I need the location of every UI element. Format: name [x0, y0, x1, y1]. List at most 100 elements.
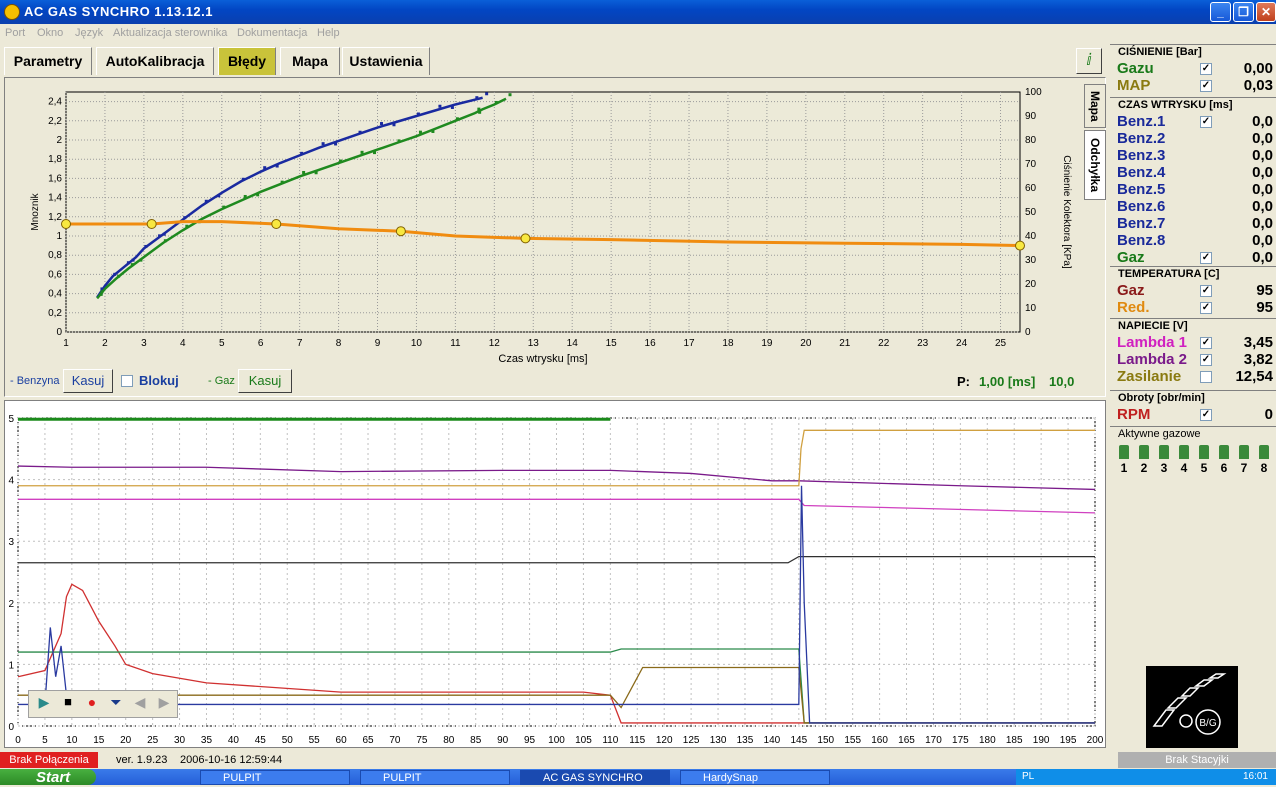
data-point-gaz [130, 263, 134, 267]
p-value-2: 10,0 [1049, 374, 1075, 389]
tab-parametry[interactable]: Parametry [4, 47, 92, 75]
injector-icon [1159, 445, 1169, 459]
reading-checkbox[interactable]: ✓ [1200, 354, 1212, 366]
reading-checkbox[interactable]: ✓ [1200, 116, 1212, 128]
record-icon[interactable]: ● [81, 694, 103, 714]
blokuj-checkbox[interactable] [121, 375, 133, 387]
play-icon[interactable]: ▶ [33, 694, 55, 714]
trace-y-tick-label: 4 [8, 476, 14, 487]
kasuj-gaz-button[interactable]: Kasuj [238, 369, 292, 393]
start-button[interactable]: Start [0, 769, 96, 786]
menu-jezyk[interactable]: Język [75, 27, 103, 39]
maximize-button[interactable]: ❐ [1233, 2, 1254, 22]
x-tick-label: 23 [917, 338, 929, 349]
task-pulpit-2[interactable]: PULPIT [360, 770, 510, 785]
tab-mapa[interactable]: Mapa [280, 47, 340, 75]
reading-checkbox[interactable] [1200, 371, 1212, 383]
pressure-node [61, 219, 71, 229]
language-indicator[interactable]: PL [1022, 771, 1034, 782]
injector-indicator: 4 [1176, 445, 1192, 475]
tab-autokalibracja[interactable]: AutoKalibracja [96, 47, 214, 75]
reading-checkbox[interactable]: ✓ [1200, 252, 1212, 264]
data-point-gaz [243, 194, 247, 198]
trace-x-tick-label: 145 [790, 735, 807, 746]
y-tick-label: 0,6 [48, 269, 62, 280]
kasuj-benzyna-button[interactable]: Kasuj [63, 369, 113, 393]
x-tick-label: 21 [839, 338, 851, 349]
injector-icon [1119, 445, 1129, 459]
section-title: TEMPERATURA [C] [1118, 268, 1220, 280]
datetime-text: 2006-10-16 12:59:44 [180, 754, 283, 766]
back-icon[interactable]: ◀ [129, 694, 151, 714]
trace-x-tick-label: 140 [764, 735, 781, 746]
tab-bledy[interactable]: Błędy [218, 47, 276, 75]
reading-checkbox[interactable]: ✓ [1200, 302, 1212, 314]
task-ac-gas-synchro[interactable]: AC GAS SYNCHRO [520, 770, 670, 785]
y2-tick-label: 20 [1025, 279, 1037, 290]
trace-x-tick-label: 190 [1033, 735, 1050, 746]
trace-x-tick-label: 60 [336, 735, 348, 746]
reading-label: Lambda 2 [1117, 351, 1188, 368]
trace-x-tick-label: 80 [443, 735, 455, 746]
y-tick-label: 1,2 [48, 212, 62, 223]
trace-x-tick-label: 125 [683, 735, 700, 746]
reading-value: 0,0 [1252, 232, 1273, 249]
reading-checkbox[interactable]: ✓ [1200, 285, 1212, 297]
map-chart: 1 2 3 4 5 6 7 8 9 10 11 12 13 14 15 16 17 18 19 20 21 22 23 24 2… [30, 87, 1072, 365]
injector-icon [1219, 445, 1229, 459]
y2-tick-label: 50 [1025, 207, 1037, 218]
y2-axis-label: Ciśnienie Kolektora [KPa] [1061, 155, 1072, 269]
menu-bar: Port Okno Język Aktualizacja sterownika … [0, 24, 1276, 43]
app-icon [4, 4, 20, 20]
task-pulpit-1[interactable]: PULPIT [200, 770, 350, 785]
reading-row: Benz.4 0,0 [1117, 164, 1275, 181]
data-point-gaz [185, 224, 189, 228]
task-hardysnap[interactable]: HardySnap [680, 770, 830, 785]
side-tab-odchylka[interactable]: Odchyłka [1084, 130, 1106, 200]
section-title: Obroty [obr/min] [1118, 392, 1205, 404]
menu-dokumentacja[interactable]: Dokumentacja [237, 27, 307, 39]
reading-label: Gaz [1117, 249, 1145, 266]
menu-help[interactable]: Help [317, 27, 340, 39]
x-tick-label: 2 [102, 338, 108, 349]
down-icon[interactable]: ⏷ [105, 694, 127, 714]
tab-ustawienia[interactable]: Ustawienia [342, 47, 430, 75]
section-title: NAPIECIE [V] [1118, 320, 1188, 332]
reading-row: Lambda 1 ✓ 3,45 [1117, 334, 1275, 351]
reading-checkbox[interactable]: ✓ [1200, 337, 1212, 349]
menu-aktualizacja[interactable]: Aktualizacja sterownika [113, 27, 227, 39]
reading-row: Gaz ✓ 95 [1117, 282, 1275, 299]
reading-checkbox[interactable]: ✓ [1200, 409, 1212, 421]
close-button[interactable]: ✕ [1256, 2, 1276, 22]
x-tick-label: 3 [141, 338, 147, 349]
x-tick-label: 16 [645, 338, 657, 349]
side-tab-mapa[interactable]: Mapa [1084, 84, 1106, 128]
x-tick-label: 19 [761, 338, 773, 349]
menu-okno[interactable]: Okno [37, 27, 63, 39]
reading-checkbox[interactable]: ✓ [1200, 80, 1212, 92]
data-point-gaz [418, 130, 422, 134]
y2-tick-label: 10 [1025, 303, 1037, 314]
menu-port[interactable]: Port [5, 27, 25, 39]
reading-row: MAP ✓ 0,03 [1117, 77, 1275, 94]
trace-x-tick-label: 55 [309, 735, 321, 746]
data-point-gaz [302, 170, 306, 174]
x-axis-label: Czas wtrysku [ms] [498, 353, 587, 365]
injector-number: 4 [1180, 461, 1188, 475]
trace-x-tick-label: 85 [470, 735, 482, 746]
y2-tick-label: 30 [1025, 255, 1037, 266]
trace-x-tick-label: 150 [817, 735, 834, 746]
playback-bar: ▶ ■ ● ⏷ ◀ ▶ [28, 690, 178, 718]
settings-tool-button[interactable]: ⅈ [1076, 48, 1102, 74]
reading-checkbox[interactable]: ✓ [1200, 63, 1212, 75]
stop-icon[interactable]: ■ [57, 694, 79, 714]
data-point-gaz [508, 93, 512, 97]
reading-value: 3,45 [1243, 334, 1273, 351]
status-bar: Brak Połączenia ver. 1.9.23 2006-10-16 1… [0, 751, 1276, 769]
trace-x-tick-label: 25 [147, 735, 159, 746]
trace-y-tick-label: 5 [8, 414, 14, 425]
p-label: P: [957, 374, 970, 389]
forward-icon[interactable]: ▶ [153, 694, 175, 714]
minimize-button[interactable]: _ [1210, 2, 1231, 22]
reading-value: 0,0 [1252, 113, 1273, 130]
